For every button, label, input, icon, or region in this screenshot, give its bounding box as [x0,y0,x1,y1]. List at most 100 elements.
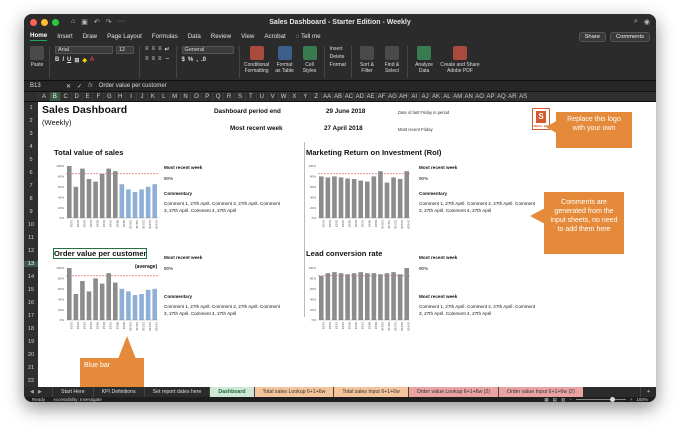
column-header[interactable]: L [157,92,169,101]
conditional-formatting-button[interactable]: Conditional Formatting [244,46,269,74]
column-header[interactable]: S [234,92,245,101]
row-header[interactable]: 18 [24,326,38,332]
row-header[interactable]: 5 [24,157,38,163]
row-header[interactable]: 15 [24,287,38,293]
italic-button[interactable]: I [62,57,64,64]
zoom-out-icon[interactable]: − [569,397,572,402]
row-header[interactable]: 3 [24,131,38,137]
zoom-in-icon[interactable]: + [630,397,633,402]
zoom-slider-knob[interactable] [609,396,615,402]
column-header[interactable]: AB [332,92,343,101]
cell-styles-button[interactable]: Cell Styles [301,46,319,74]
column-header[interactable]: AC [342,92,354,101]
fill-color-icon[interactable]: ◆ [82,57,87,64]
analyze-data-button[interactable]: Analyze Data [413,46,435,74]
column-header[interactable]: AG [386,92,398,101]
align-bottom-icon[interactable]: ≡ [158,46,162,53]
sheet-tab[interactable]: Dashboard [209,387,254,397]
column-header[interactable]: I [125,92,136,101]
column-header[interactable]: AQ [495,92,506,101]
find-select-button[interactable]: Find & Select [382,46,402,74]
accessibility-status[interactable]: Accessibility: Investigate [53,397,102,402]
column-header[interactable]: AP [484,92,496,101]
column-header[interactable]: N [179,92,191,101]
confirm-icon[interactable]: ✓ [77,83,82,90]
column-header[interactable]: M [168,92,180,101]
column-header[interactable]: AJ [419,92,430,101]
row-header[interactable]: 4 [24,144,38,150]
column-header[interactable]: P [201,92,212,101]
sheet-tab[interactable]: Total sales Lookup 6+1+6w [253,387,334,397]
select-all-corner[interactable] [24,92,38,101]
redo-icon[interactable]: ↷ [106,18,112,26]
order-value-title[interactable]: Order value per customer [52,248,148,259]
percent-icon[interactable]: % [188,57,193,63]
column-header[interactable]: K [146,92,158,101]
row-header[interactable]: 2 [24,118,38,124]
currency-icon[interactable]: $ [182,57,185,63]
row-header[interactable]: 17 [24,313,38,319]
paste-group[interactable]: Paste [30,46,44,68]
column-header[interactable]: J [136,92,147,101]
column-header[interactable]: C [59,92,71,101]
column-header[interactable]: Y [299,92,310,101]
tab-insert[interactable]: Insert [57,33,72,40]
tell-me-search[interactable]: ◌ Tell me [296,33,321,40]
account-icon[interactable]: ◉ [644,18,650,26]
column-header[interactable]: T [244,92,256,101]
column-header[interactable]: D [70,92,82,101]
column-header[interactable]: AO [473,92,485,101]
row-header[interactable]: 11 [24,235,38,241]
align-center-icon[interactable]: ≡ [152,56,156,62]
row-header[interactable]: 9 [24,209,38,215]
recent-week-value[interactable]: 27 April 2018 [324,125,363,132]
share-button[interactable]: Share [578,31,606,42]
worksheet[interactable]: Sales Dashboard (Weekly) Dashboard perio… [38,102,656,387]
fx-icon[interactable]: fx [88,83,93,89]
row-header[interactable]: 12 [24,248,38,254]
tab-home[interactable]: Home [30,32,48,41]
prev-sheet-icon[interactable]: ◀ [30,389,34,395]
align-middle-icon[interactable]: ≡ [152,46,156,53]
column-header[interactable]: AA [321,92,332,101]
comma-icon[interactable]: , [196,57,198,63]
column-header[interactable]: G [103,92,114,101]
save-icon[interactable]: ▣ [81,18,88,26]
column-header[interactable]: F [92,92,103,101]
row-header[interactable]: 1 [24,105,38,111]
tab-acrobat[interactable]: Acrobat [264,33,285,40]
column-header[interactable]: AI [408,92,419,101]
more-icon[interactable]: ··· [118,18,125,26]
merge-icon[interactable]: ⇔ [165,56,171,62]
sheet-tab[interactable]: Start Here [52,387,93,397]
column-header[interactable]: V [266,92,278,101]
page-layout-icon[interactable]: ▤ [553,397,557,403]
row-header[interactable]: 22 [24,378,38,384]
column-header[interactable]: U [255,92,267,101]
tab-draw[interactable]: Draw [83,33,97,40]
home-icon[interactable]: ⌂ [71,18,75,26]
close-window-button[interactable] [30,18,37,26]
tab-data[interactable]: Data [188,33,201,40]
row-header[interactable]: 10 [24,222,38,228]
column-header[interactable]: AM [451,92,463,101]
bold-button[interactable]: B [55,57,59,64]
row-header[interactable]: 8 [24,196,38,202]
column-header[interactable]: H [114,92,125,101]
row-header[interactable]: 16 [24,300,38,306]
borders-icon[interactable]: ⊞ [74,57,79,64]
font-name-select[interactable]: Arial [55,46,113,54]
tab-view[interactable]: View [241,33,254,40]
number-format-select[interactable]: General [181,46,234,54]
sheet-tab[interactable]: Total sales Input 6+1+6w [333,387,408,397]
row-header[interactable]: 6 [24,170,38,176]
sort-filter-button[interactable]: Sort & Filter [357,46,377,74]
increase-decimal-icon[interactable]: .0 [201,57,206,63]
search-icon[interactable]: ⌕ [634,18,638,26]
column-header[interactable]: O [190,92,201,101]
sheet-tab[interactable]: Order value Input 6+1+6w (2) [498,387,583,397]
format-cells-button[interactable]: Format [330,62,346,68]
normal-view-icon[interactable]: ▦ [544,397,548,403]
row-header[interactable]: 7 [24,183,38,189]
column-header[interactable]: Q [212,92,223,101]
